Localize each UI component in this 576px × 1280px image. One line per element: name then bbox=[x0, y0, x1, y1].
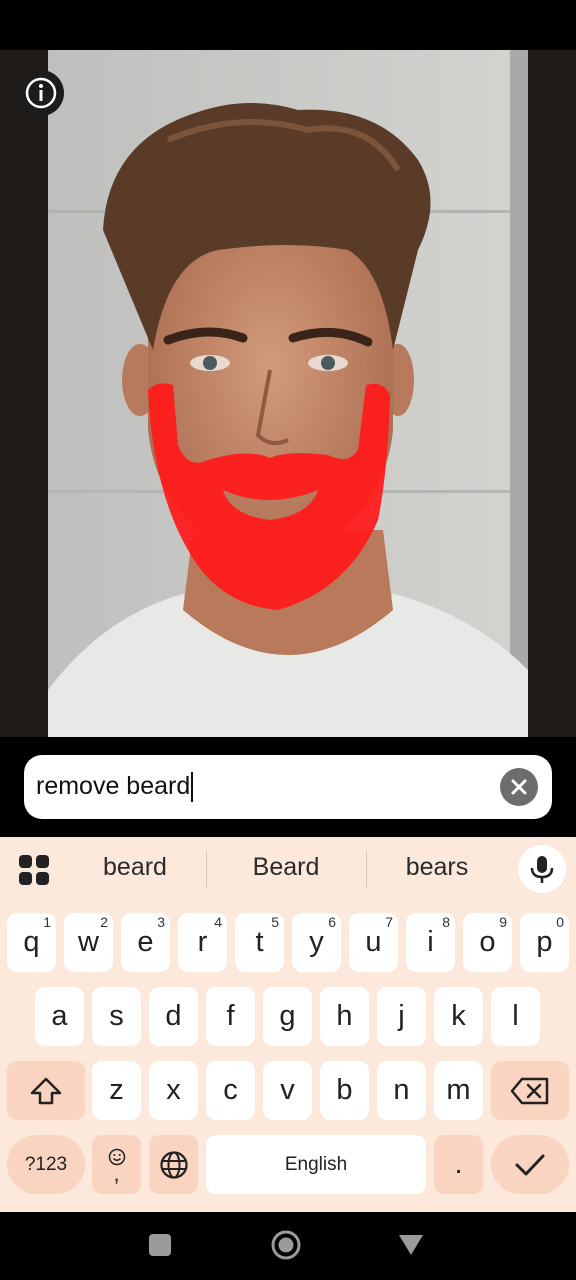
key-g[interactable]: g bbox=[263, 987, 312, 1046]
key-d[interactable]: d bbox=[149, 987, 198, 1046]
key-a[interactable]: a bbox=[35, 987, 84, 1046]
prompt-input[interactable]: remove beard bbox=[24, 755, 552, 819]
suggestion-3[interactable]: bears bbox=[367, 853, 507, 882]
key-f[interactable]: f bbox=[206, 987, 255, 1046]
key-q[interactable]: q1 bbox=[7, 913, 56, 972]
portrait-photo[interactable] bbox=[48, 50, 528, 737]
suggestion-2[interactable]: Beard bbox=[216, 853, 356, 882]
key-h[interactable]: h bbox=[320, 987, 369, 1046]
emoji-key[interactable]: , bbox=[92, 1135, 141, 1194]
checkmark-icon bbox=[515, 1154, 545, 1175]
key-w[interactable]: w2 bbox=[64, 913, 113, 972]
voice-input-button[interactable] bbox=[518, 845, 566, 893]
prompt-text[interactable]: remove beard bbox=[36, 772, 194, 803]
microphone-icon bbox=[530, 856, 554, 883]
shift-key[interactable] bbox=[7, 1061, 85, 1120]
info-button[interactable] bbox=[18, 70, 64, 116]
key-i[interactable]: i8 bbox=[406, 913, 455, 972]
suggestion-1[interactable]: beard bbox=[65, 853, 205, 882]
globe-icon bbox=[159, 1150, 188, 1179]
suggestion-divider bbox=[206, 851, 207, 887]
key-c[interactable]: c bbox=[206, 1061, 255, 1120]
key-e[interactable]: e3 bbox=[121, 913, 170, 972]
period-key[interactable]: . bbox=[434, 1135, 483, 1194]
symbols-key[interactable]: ?123 bbox=[7, 1135, 85, 1194]
home-icon[interactable] bbox=[270, 1229, 302, 1261]
key-p[interactable]: p0 bbox=[520, 913, 569, 972]
key-k[interactable]: k bbox=[434, 987, 483, 1046]
suggestion-strip: beard Beard bears bbox=[0, 837, 576, 903]
key-t[interactable]: t5 bbox=[235, 913, 284, 972]
key-x[interactable]: x bbox=[149, 1061, 198, 1120]
key-r[interactable]: r4 bbox=[178, 913, 227, 972]
text-cursor bbox=[191, 772, 194, 803]
image-canvas bbox=[0, 50, 576, 737]
key-s[interactable]: s bbox=[92, 987, 141, 1046]
key-u[interactable]: u7 bbox=[349, 913, 398, 972]
space-bar[interactable]: English bbox=[206, 1135, 426, 1194]
system-nav-bar bbox=[0, 1212, 576, 1280]
recents-icon[interactable] bbox=[149, 1234, 171, 1256]
key-v[interactable]: v bbox=[263, 1061, 312, 1120]
key-b[interactable]: b bbox=[320, 1061, 369, 1120]
shift-arrow-icon bbox=[30, 1077, 62, 1104]
close-icon bbox=[511, 779, 527, 795]
key-j[interactable]: j bbox=[377, 987, 426, 1046]
back-icon[interactable] bbox=[398, 1234, 424, 1256]
key-l[interactable]: l bbox=[491, 987, 540, 1046]
backspace-icon bbox=[510, 1077, 549, 1104]
info-icon bbox=[25, 77, 57, 109]
comma-label: , bbox=[113, 1160, 120, 1186]
key-m[interactable]: m bbox=[434, 1061, 483, 1120]
enter-key[interactable] bbox=[491, 1135, 569, 1194]
key-z[interactable]: z bbox=[92, 1061, 141, 1120]
key-y[interactable]: y6 bbox=[292, 913, 341, 972]
language-key[interactable] bbox=[149, 1135, 198, 1194]
key-o[interactable]: o9 bbox=[463, 913, 512, 972]
soft-keyboard: beard Beard bears q1 w2 e3 r4 t5 y6 u7 i… bbox=[0, 837, 576, 1212]
clear-button[interactable] bbox=[500, 768, 538, 806]
prompt-bar: remove beard bbox=[0, 737, 576, 837]
key-n[interactable]: n bbox=[377, 1061, 426, 1120]
backspace-key[interactable] bbox=[491, 1061, 569, 1120]
apps-grid-icon[interactable] bbox=[18, 854, 50, 886]
